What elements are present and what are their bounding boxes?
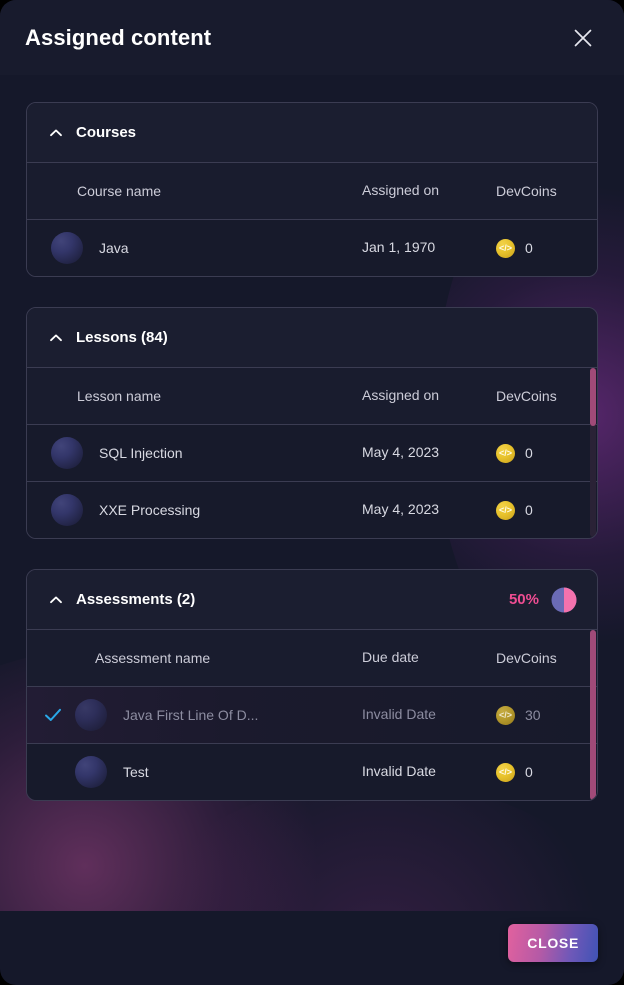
assessment-date-text: Invalid Date bbox=[362, 706, 436, 722]
assessments-col-coins-header: DevCoins bbox=[492, 650, 597, 666]
assessment-coins-value: 0 bbox=[525, 764, 533, 780]
lesson-date-text: May 4, 2023 bbox=[362, 444, 440, 460]
assessments-scrollbar-track[interactable] bbox=[590, 630, 596, 800]
devcoin-icon: </> bbox=[496, 762, 515, 782]
devcoin-icon: </> bbox=[496, 500, 515, 520]
courses-header-name: Course name bbox=[77, 183, 162, 199]
lesson-date-cell: May 4, 2023 bbox=[362, 501, 492, 519]
lessons-table: Lesson name Assigned on DevCoins SQL Inj… bbox=[27, 367, 597, 538]
lesson-name-text: XXE Processing bbox=[99, 502, 201, 518]
assessment-name-cell: Test bbox=[75, 756, 362, 788]
lesson-coins-value: 0 bbox=[525, 502, 533, 518]
course-name-cell: Java bbox=[27, 232, 362, 264]
courses-col-coins-header: DevCoins bbox=[492, 183, 597, 199]
section-lessons-header-left: Lessons (84) bbox=[49, 329, 168, 346]
chevron-up-icon bbox=[49, 331, 63, 345]
assessments-header-name: Assessment name bbox=[95, 650, 211, 666]
lesson-date-text: May 4, 2023 bbox=[362, 501, 440, 517]
lesson-coins-cell: </> 0 bbox=[492, 443, 597, 463]
dialog-header: Assigned content bbox=[0, 0, 624, 75]
assigned-content-dialog: Assigned content Courses Course name Ass… bbox=[0, 0, 624, 985]
assessment-coins-cell: </> 30 bbox=[492, 705, 597, 725]
assessment-name-cell: Java First Line Of D... bbox=[75, 699, 362, 731]
section-lessons-header[interactable]: Lessons (84) bbox=[27, 308, 597, 367]
lesson-coins-value: 0 bbox=[525, 445, 533, 461]
section-courses-title: Courses bbox=[76, 124, 137, 141]
lessons-header-coins: DevCoins bbox=[496, 388, 557, 404]
lessons-col-date-header: Assigned on bbox=[362, 387, 492, 405]
assessment-coins-value: 30 bbox=[525, 707, 541, 723]
assessments-table: Assessment name Due date DevCoins Java F… bbox=[27, 629, 597, 800]
devcoin-icon: </> bbox=[496, 443, 515, 463]
lessons-header-name: Lesson name bbox=[77, 388, 162, 404]
table-row[interactable]: Java Jan 1, 1970 </> 0 bbox=[27, 219, 597, 276]
completed-check-icon bbox=[27, 705, 75, 725]
lesson-coins-cell: </> 0 bbox=[492, 500, 597, 520]
avatar bbox=[75, 699, 107, 731]
lesson-name-text: SQL Injection bbox=[99, 445, 183, 461]
assessment-name-text: Java First Line Of D... bbox=[123, 707, 259, 723]
assessments-col-date-header: Due date bbox=[362, 649, 492, 667]
course-coins-value: 0 bbox=[525, 240, 533, 256]
progress-pie-icon bbox=[551, 587, 577, 613]
lessons-scrollbar-thumb[interactable] bbox=[590, 368, 596, 426]
assessment-coins-cell: </> 0 bbox=[492, 762, 597, 782]
courses-header-coins: DevCoins bbox=[496, 183, 557, 199]
assessments-header-coins: DevCoins bbox=[496, 650, 557, 666]
assessments-col-name-header: Assessment name bbox=[75, 650, 362, 666]
avatar bbox=[75, 756, 107, 788]
avatar bbox=[51, 232, 83, 264]
section-assessments: Assessments (2) 50% Assessment name Due … bbox=[26, 569, 598, 801]
lessons-scrollbar-track[interactable] bbox=[590, 368, 596, 537]
assessments-header-date: Due date bbox=[362, 649, 419, 665]
courses-table-header-row: Course name Assigned on DevCoins bbox=[27, 162, 597, 219]
lessons-col-coins-header: DevCoins bbox=[492, 388, 597, 404]
avatar bbox=[51, 437, 83, 469]
assessment-date-text: Invalid Date bbox=[362, 763, 436, 779]
course-date-cell: Jan 1, 1970 bbox=[362, 239, 492, 257]
section-assessments-header-left: Assessments (2) bbox=[49, 591, 195, 608]
section-courses: Courses Course name Assigned on DevCoins bbox=[26, 102, 598, 277]
course-name-text: Java bbox=[99, 240, 129, 256]
section-lessons: Lessons (84) Lesson name Assigned on Dev… bbox=[26, 307, 598, 539]
section-assessments-header[interactable]: Assessments (2) 50% bbox=[27, 570, 597, 629]
page-title: Assigned content bbox=[25, 24, 212, 50]
section-lessons-title: Lessons (84) bbox=[76, 329, 168, 346]
lesson-date-cell: May 4, 2023 bbox=[362, 444, 492, 462]
assessment-date-cell: Invalid Date bbox=[362, 763, 492, 781]
devcoin-icon: </> bbox=[496, 705, 515, 725]
avatar bbox=[51, 494, 83, 526]
lesson-name-cell: SQL Injection bbox=[27, 437, 362, 469]
chevron-up-icon bbox=[49, 593, 63, 607]
dialog-body: Courses Course name Assigned on DevCoins bbox=[0, 75, 624, 911]
lessons-col-name-header: Lesson name bbox=[27, 388, 362, 404]
course-date-text: Jan 1, 1970 bbox=[362, 239, 436, 255]
assessment-name-text: Test bbox=[123, 764, 149, 780]
assessments-progress-label: 50% bbox=[508, 591, 539, 608]
devcoin-icon: </> bbox=[496, 238, 515, 258]
assessments-progress: 50% bbox=[509, 587, 577, 613]
table-row[interactable]: Test Invalid Date </> 0 bbox=[27, 743, 597, 800]
section-courses-header[interactable]: Courses bbox=[27, 103, 597, 162]
dialog-footer: CLOSE bbox=[0, 911, 624, 985]
section-assessments-title: Assessments (2) bbox=[76, 591, 196, 608]
courses-table: Course name Assigned on DevCoins Java Ja… bbox=[27, 162, 597, 276]
close-x-icon[interactable] bbox=[564, 19, 602, 57]
close-button[interactable]: CLOSE bbox=[508, 924, 598, 962]
table-row[interactable]: XXE Processing May 4, 2023 </> 0 bbox=[27, 481, 597, 538]
courses-col-name-header: Course name bbox=[27, 183, 362, 199]
section-courses-header-left: Courses bbox=[49, 124, 136, 141]
table-row[interactable]: Java First Line Of D... Invalid Date </>… bbox=[27, 686, 597, 743]
course-coins-cell: </> 0 bbox=[492, 238, 597, 258]
table-row[interactable]: SQL Injection May 4, 2023 </> 0 bbox=[27, 424, 597, 481]
lessons-header-date: Assigned on bbox=[362, 387, 440, 403]
chevron-up-icon bbox=[49, 126, 63, 140]
lesson-name-cell: XXE Processing bbox=[27, 494, 362, 526]
courses-header-date: Assigned on bbox=[362, 182, 440, 198]
assessments-scrollbar-thumb[interactable] bbox=[590, 630, 596, 800]
assessment-date-cell: Invalid Date bbox=[362, 706, 492, 724]
courses-col-date-header: Assigned on bbox=[362, 182, 492, 200]
assessments-table-header-row: Assessment name Due date DevCoins bbox=[27, 629, 597, 686]
lessons-table-header-row: Lesson name Assigned on DevCoins bbox=[27, 367, 597, 424]
